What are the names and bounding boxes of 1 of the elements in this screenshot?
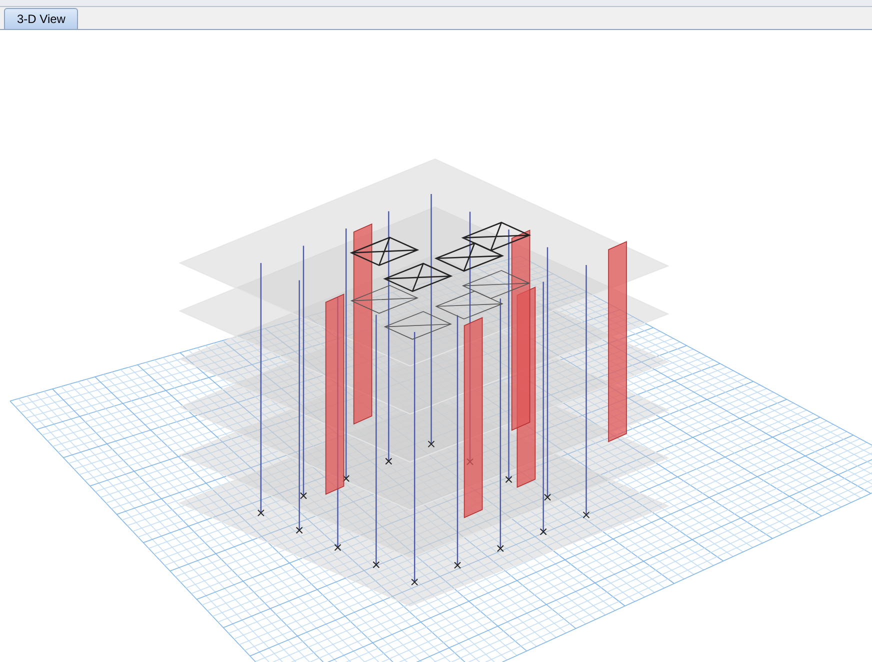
view-tab[interactable]: 3-D View [4,8,78,29]
